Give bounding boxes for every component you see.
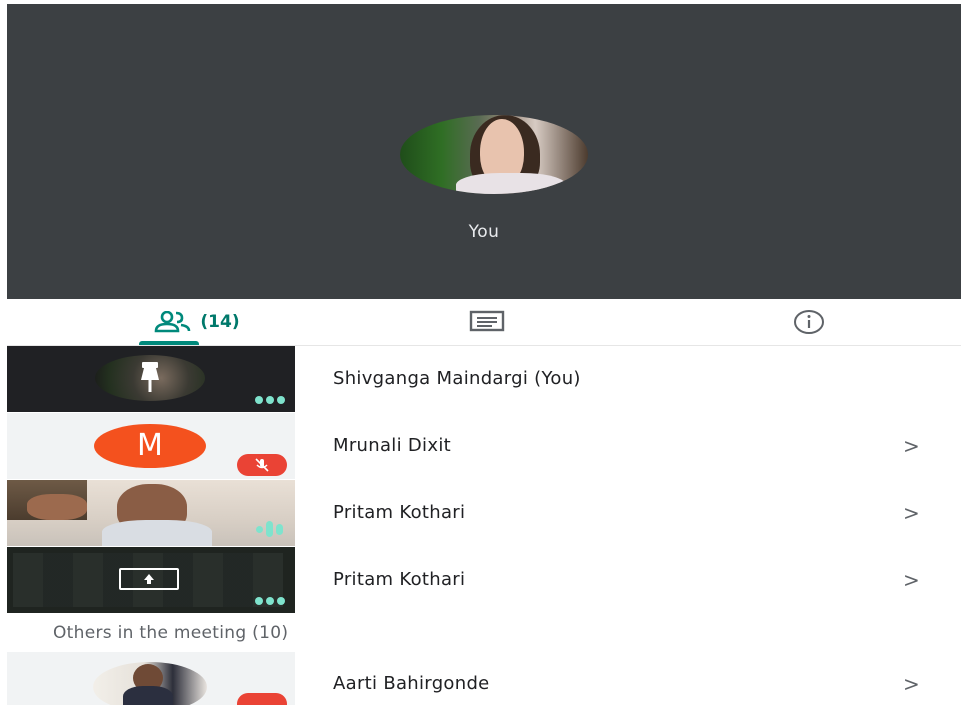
participant-row[interactable]: Aarti Bahirgonde >	[7, 652, 961, 705]
self-avatar	[400, 115, 588, 194]
audio-level-indicator	[256, 521, 283, 537]
participant-name: Pritam Kothari	[333, 569, 466, 590]
participant-name: Mrunali Dixit	[333, 435, 451, 456]
participant-tile	[7, 547, 295, 613]
chevron-right-icon[interactable]: >	[903, 413, 920, 479]
self-label: You	[468, 222, 500, 242]
chevron-right-icon[interactable]: >	[903, 547, 920, 613]
tab-active-indicator	[139, 341, 199, 345]
audio-indicator	[255, 597, 285, 605]
pin-icon	[141, 362, 159, 392]
self-video-tile[interactable]: You	[7, 4, 961, 299]
mic-off-icon	[237, 693, 287, 705]
people-icon	[155, 311, 191, 333]
info-icon	[794, 310, 824, 334]
chat-icon	[469, 310, 505, 332]
tab-chat[interactable]	[397, 299, 577, 345]
chevron-right-icon[interactable]: >	[903, 480, 920, 546]
participant-row[interactable]: M Mrunali Dixit >	[7, 413, 961, 479]
tab-info[interactable]	[719, 299, 899, 345]
participant-tile	[7, 480, 295, 546]
participant-row-self[interactable]: Shivganga Maindargi (You)	[7, 346, 961, 412]
participant-tile: M	[7, 413, 295, 479]
tab-bar: (14)	[7, 299, 961, 346]
participant-row[interactable]: Pritam Kothari >	[7, 480, 961, 546]
avatar: M	[94, 424, 206, 468]
present-icon	[119, 568, 179, 590]
participant-name: Shivganga Maindargi (You)	[333, 368, 581, 389]
tab-people[interactable]: (14)	[107, 299, 287, 345]
people-count: (14)	[200, 312, 240, 332]
audio-indicator	[255, 396, 285, 404]
participant-tile	[7, 346, 295, 412]
participant-name: Aarti Bahirgonde	[333, 673, 490, 694]
participant-tile	[7, 652, 295, 705]
participant-name: Pritam Kothari	[333, 502, 466, 523]
participant-row-presentation[interactable]: Pritam Kothari >	[7, 547, 961, 613]
chevron-right-icon[interactable]: >	[903, 651, 920, 717]
mic-off-icon	[237, 454, 287, 476]
others-section-label: Others in the meeting (10)	[53, 623, 289, 643]
